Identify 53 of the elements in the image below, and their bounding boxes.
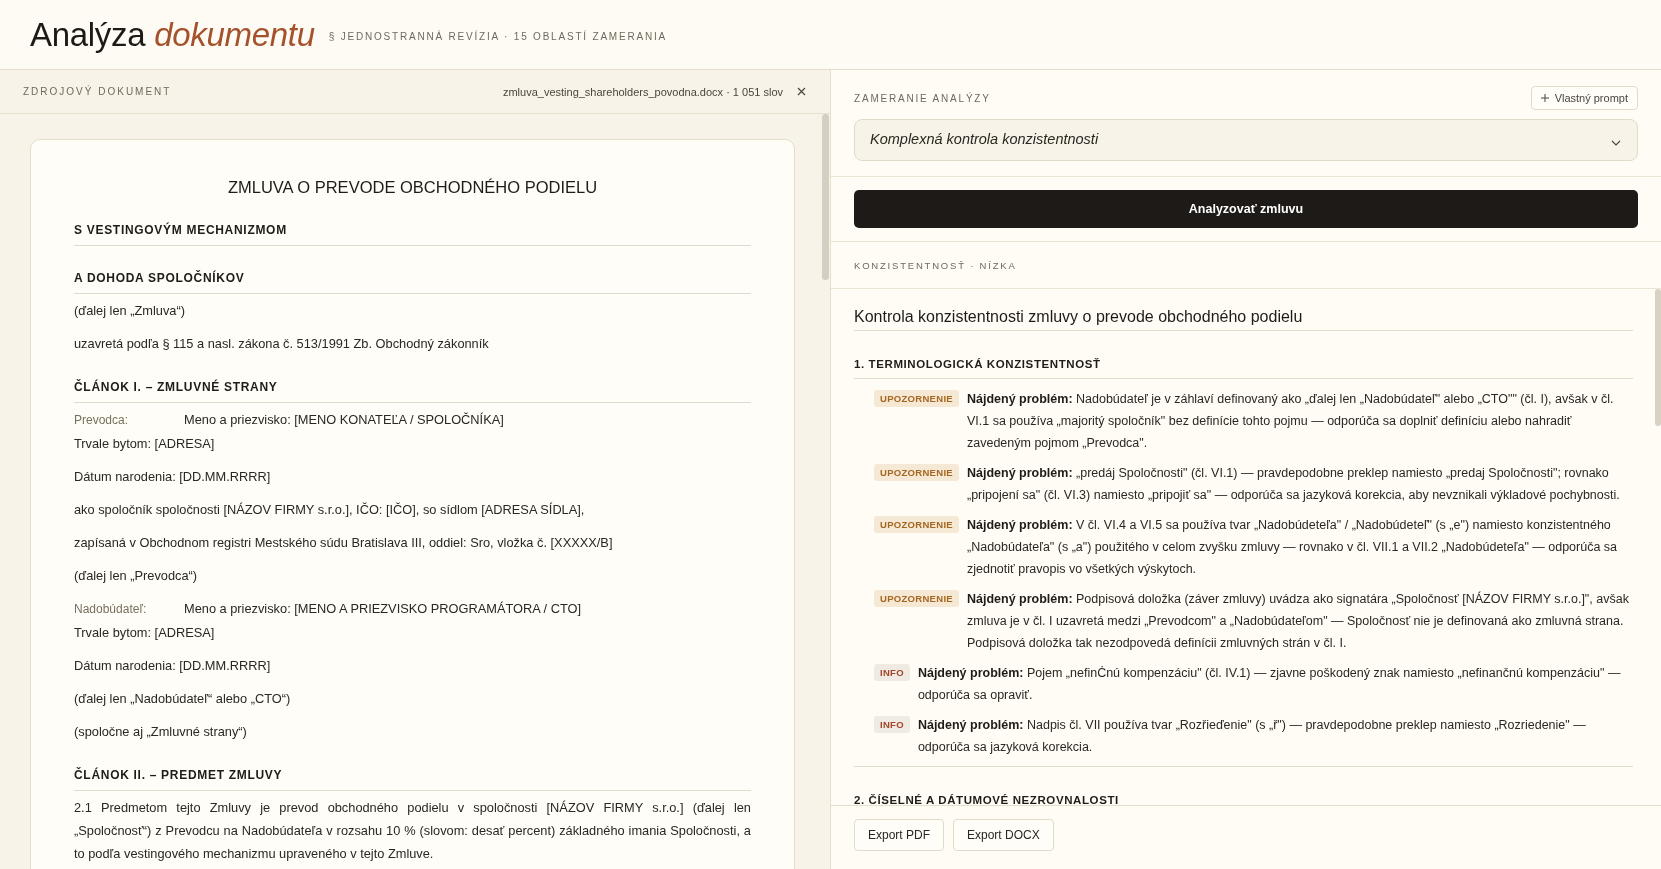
analyze-button[interactable]: Analyzovať zmluvu [854,190,1638,228]
finding-text: Nájdený problém: Nadobúdateľ je v záhlaví definovaný ako „ďalej len „Nadobúdateľ" alebo „CTO"" (čl. I), avšak v čl. VI.1 sa používa „majoritý spoločník" bez definície tohto pojmu — odporúča sa doplniť definíciu alebo nahradiť zavedeným pojmom „Prevodca". [967,391,1615,452]
party-label: Nadobúdateľ: [74,601,148,618]
doc-paragraph: Dátum narodenia: [DD.MM.RRRR] [74,657,272,675]
finding-text: Nájdený problém: V čl. VI.4 a VI.5 sa používa tvar „Nadobúdeteľa" / „Nadobúdeteľ" (s „e") namiesto konzistentného „Nadobúdateľa" (s „a") použitého v celom zvyšku zmluvy — rovnako v čl. VII.1 a VII.2 „Nadobúdeteľa" — odporúča sa zjednotiť pravopis vo všetkých výskytoch. [967,517,1619,578]
doc-paragraph: (ďalej len „Zmluva“) [74,302,186,320]
finding-text: Nájdený problém: Nadpis čl. VII používa tvar „Rozřieďenie" (s „ř") — pravdepodobne preklep namiesto „Rozriedenie" — odporúča sa jazyková korekcia. [917,717,1587,756]
doc-paragraph: ako spoločník spoločnosti [NÁZOV FIRMY s.r.o.], IČO: [IČO], so sídlom [ADRESA SÍDLA], [74,501,586,519]
doc-heading: A DOHODA SPOLOČNÍKOV [74,270,751,294]
severity-badge: UPOZORNENIE [874,590,959,607]
doc-paragraph: 2.1 Predmetom tejto Zmluvy je prevod obchodného podielu v spoločnosti [NÁZOV FIRMY s.r.o.] (ďalej len „Spoločnosť“) z Prevodcu na Nadobúdateľa v rozsahu 10 % (slovom: desať percent) základného imania Spoločnosti, a to podľa vestingového mechanizmu upraveného v tejto Zmluve. [74,799,751,863]
page-subtitle: § JEDNOSTRANNÁ REVÍZIA · 15 OBLASTÍ ZAMERANIA [328,30,668,42]
close-icon [797,87,806,96]
panel-label: ZDROJOVÝ DOKUMENT [23,86,172,97]
result-label: KONZISTENTNOSŤ · NÍZKA [854,259,1017,271]
finding-text: Nájdený problém: Podpisová doložka (záver zmluvy) uvádza ako signatára „Spoločnosť [NÁZOV FIRMY s.r.o.]", avšak zmluva je v čl. I uzavretá medzi „Prevodcom" a „Nadobúdateľom" — Spoločnosť nie je definovaná ako zmluvná strana. Podpisová doložka tak nezodpovedá definícii zmluvných strán v čl. I. [967,590,1630,652]
party-value: Meno a priezvisko: [MENO KONATEĽA / SPOLOČNÍKA] [184,412,504,427]
chevron-down-icon [1611,139,1621,146]
file-info: zmluva_vesting_shareholders_povodna.docx · 1 051 slov [502,85,783,98]
severity-badge: INFO [874,664,910,681]
doc-heading: S VESTINGOVÝM MECHANIZMOM [74,222,751,246]
doc-heading: ČLÁNOK I. – ZMLUVNÉ STRANY [74,379,751,403]
report-title: Kontrola konzistentnosti zmluvy o prevode obchodného podielu [854,307,1633,331]
doc-paragraph: (ďalej len „Prevodca“) [74,567,199,585]
custom-prompt-button[interactable]: Vlastný prompt [1530,86,1638,110]
export-button[interactable]: Export DOCX [953,819,1054,851]
doc-paragraph: Trvale bytom: [ADRESA] [74,625,215,640]
doc-paragraph: (ďalej len „Nadobúdateľ“ alebo „CTO“) [74,690,292,708]
doc-paragraph: zapísaná v Obchodnom registri Mestského súdu Bratislava III, oddiel: Sro, vložka č. [XXXXX/B] [74,534,614,552]
doc-paragraph: (spoločne aj „Zmluvné strany“) [74,723,248,741]
plus-icon [1540,94,1549,102]
severity-badge: INFO [874,716,910,733]
close-button[interactable] [795,85,808,98]
section-heading: 2. ČÍSELNÉ A DÁTUMOVÉ NEZROVNALOSTI [854,794,1119,805]
finding-text: Nájdený problém: „predáj Spoločnosti" (čl. VI.1) — pravdepodobne preklep namiesto „predaj Spoločnosti"; rovnako „pripojení sa" (čl. VI.3) namiesto „pripojiť sa" — odporúča sa jazyková korekcia, aby nevznikali výkladové pochybnosti. [967,465,1621,504]
doc-heading: ČLÁNOK II. – PREDMET ZMLUVY [74,767,751,791]
document-title: ZMLUVA O PREVODE OBCHODNÉHO PODIELU [226,177,599,198]
section-heading: 1. TERMINOLOGICKÁ KONZISTENTNOSŤ [854,358,1101,370]
party-label: Prevodca: [74,412,130,429]
doc-paragraph: Dátum narodenia: [DD.MM.RRRR] [74,468,272,486]
doc-paragraph: Trvale bytom: [ADRESA] [74,436,215,451]
finding-text: Nájdený problém: Pojem „nefinĊnú kompenzáciu" (čl. IV.1) — zjavne poškodený znak namiesto „nefinančnú kompenzáciu" — odporúča sa opraviť. [917,665,1622,704]
party-value: Meno a priezvisko: [MENO A PRIEZVISKO PROGRAMÁTORA / CTO] [184,601,582,616]
doc-paragraph: uzavretá podľa § 115 a nasl. zákona č. 513/1991 Zb. Obchodný zákonník [74,335,490,353]
scrollbar-thumb[interactable] [822,114,829,280]
section-label: ZAMERANIE ANALÝZY [854,92,991,104]
severity-badge: UPOZORNENIE [874,516,959,533]
page-title: Analýza dokumentu [30,14,315,55]
export-button[interactable]: Export PDF [854,819,944,851]
scrollbar-thumb[interactable] [1655,289,1661,426]
focus-select[interactable]: Komplexná kontrola konzistentnosti [854,119,1638,161]
severity-badge: UPOZORNENIE [874,390,959,407]
severity-badge: UPOZORNENIE [874,464,959,481]
